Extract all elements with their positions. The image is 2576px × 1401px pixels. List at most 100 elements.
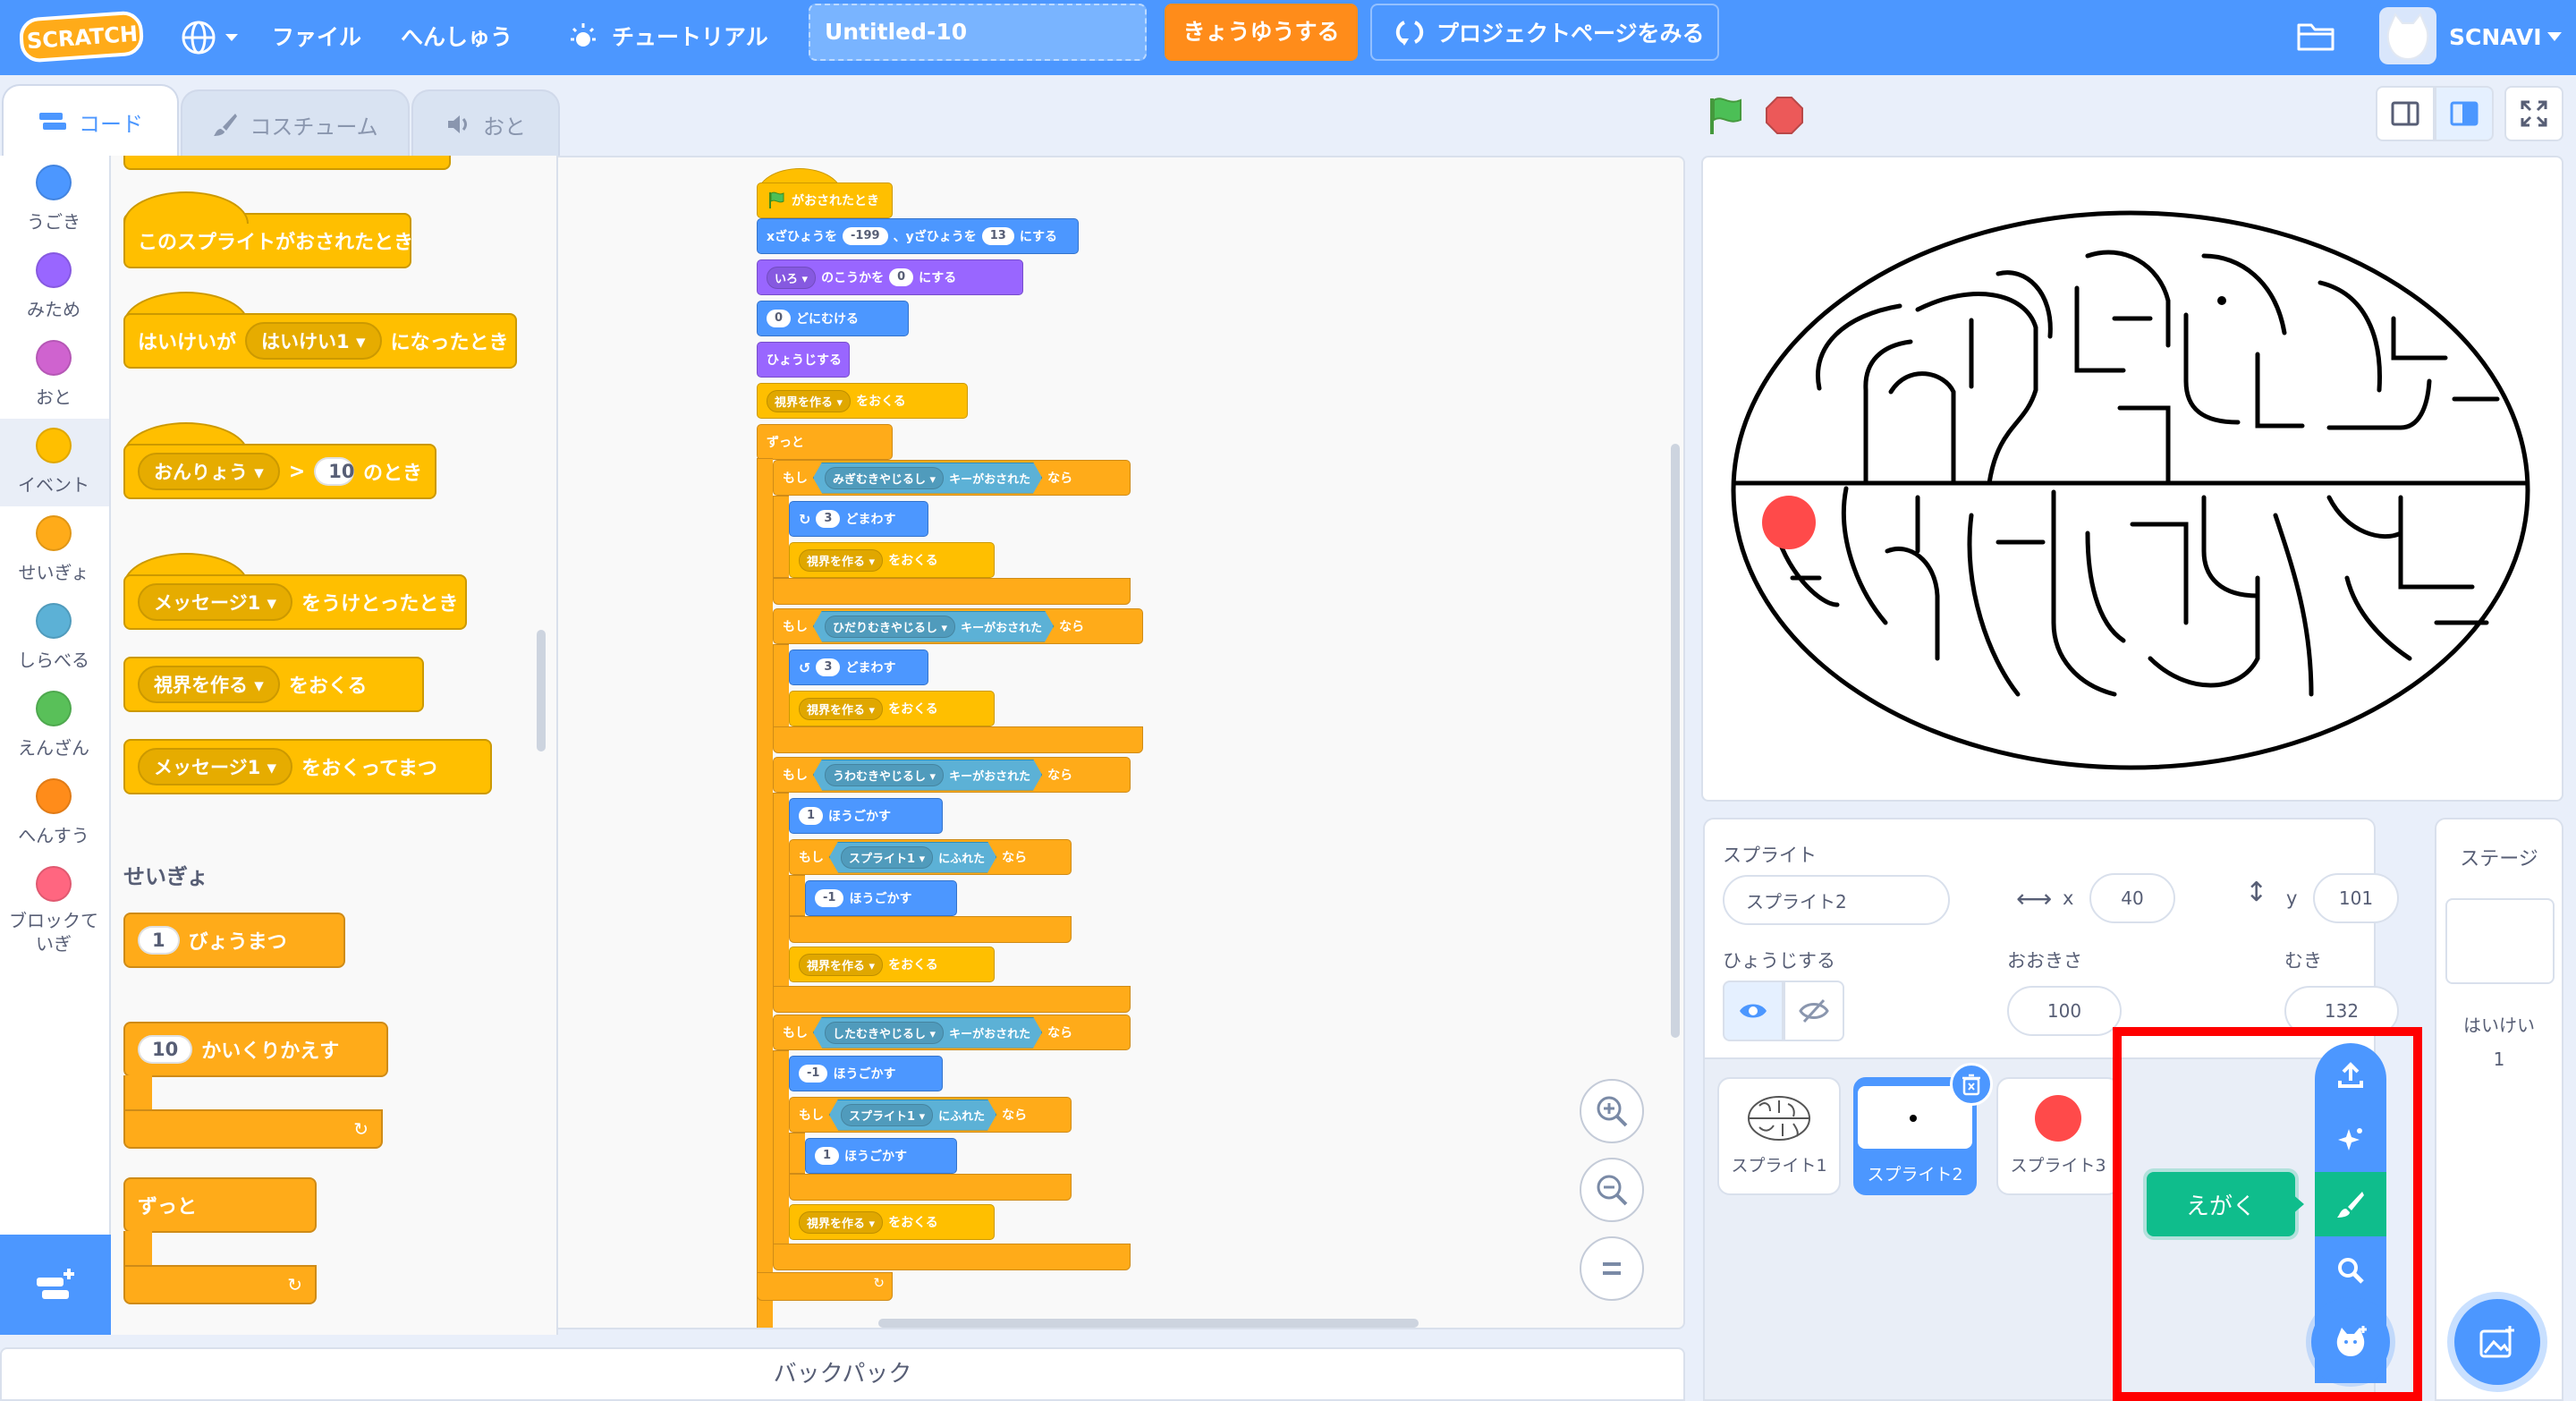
broadcast-dropdown[interactable]: 視界を作る ▾ xyxy=(799,953,884,976)
see-project-page-button[interactable]: プロジェクトページをみる xyxy=(1370,4,1719,61)
zoom-in-button[interactable] xyxy=(1580,1079,1644,1143)
backpack-header[interactable]: バックパック xyxy=(0,1347,1685,1401)
palette-block-broadcast-and-wait[interactable]: メッセージ1 ▾ をおくってまつ xyxy=(123,739,492,794)
choose-sprite-button[interactable] xyxy=(2311,1303,2390,1381)
key-pressed-left-condition[interactable]: ひだりむきやじるし ▾ キーがおされた xyxy=(813,611,1054,642)
script-vertical-scrollbar[interactable] xyxy=(1671,444,1680,1038)
add-extension-button[interactable] xyxy=(0,1235,111,1335)
script-block-point-direction[interactable]: 0 どにむける xyxy=(757,301,909,336)
fullscreen-button[interactable] xyxy=(2504,86,2563,141)
key-pressed-down-condition[interactable]: したむきやじるし ▾ キーがおされた xyxy=(813,1017,1042,1049)
broadcast-wait-dropdown[interactable]: メッセージ1 ▾ xyxy=(138,748,293,785)
wait-seconds-input[interactable]: 1 xyxy=(138,926,180,955)
key-pressed-up-condition[interactable]: うわむきやじるし ▾ キーがおされた xyxy=(813,760,1042,791)
key-dropdown[interactable]: ひだりむきやじるし ▾ xyxy=(825,616,955,638)
broadcast-message-dropdown[interactable]: 視界を作る ▾ xyxy=(138,666,280,703)
category-sensing[interactable]: しらべる xyxy=(0,594,107,682)
script-block-forever[interactable]: ずっと xyxy=(757,424,893,460)
palette-scrollbar[interactable] xyxy=(537,630,546,751)
move-steps-input[interactable]: 1 xyxy=(815,1147,840,1165)
backdrop-dropdown[interactable]: はいけい1 ▾ xyxy=(245,322,382,360)
edit-menu[interactable]: へんしゅう xyxy=(401,0,513,75)
sprite-name-input[interactable]: スプライト2 xyxy=(1723,875,1950,925)
project-title-input[interactable]: Untitled-10 xyxy=(809,4,1147,61)
script-block-turn-right[interactable]: ↻ 3 どまわす xyxy=(789,501,928,537)
effect-dropdown[interactable]: いろ ▾ xyxy=(767,266,817,289)
category-variables[interactable]: へんすう xyxy=(0,769,107,857)
key-dropdown[interactable]: うわむきやじるし ▾ xyxy=(825,764,944,786)
turn-degrees-input[interactable]: 3 xyxy=(816,658,841,676)
script-block-turn-left[interactable]: ↺ 3 どまわす xyxy=(789,650,928,685)
sprite3-red-ball[interactable] xyxy=(1762,496,1816,549)
small-stage-button[interactable] xyxy=(2376,86,2435,141)
palette-block-when-loudness-gt[interactable]: おんりょう ▾ > 10 のとき xyxy=(123,444,436,499)
script-block-if-down[interactable]: もし したむきやじるし ▾ キーがおされた なら xyxy=(773,1015,1131,1050)
key-dropdown[interactable]: みぎむきやじるし ▾ xyxy=(825,467,944,489)
palette-block-forever[interactable]: ずっと xyxy=(123,1177,317,1233)
broadcast-dropdown[interactable]: 視界を作る ▾ xyxy=(799,697,884,720)
show-hidden-button[interactable] xyxy=(1784,981,1844,1041)
script-block-goto-xy[interactable]: xざひょうを -199 、yざひょうを 13 にする xyxy=(757,218,1079,254)
message-dropdown[interactable]: メッセージ1 ▾ xyxy=(138,583,293,621)
delete-sprite-button[interactable] xyxy=(1950,1063,1993,1106)
palette-block-when-receive[interactable]: メッセージ1 ▾ をうけとったとき xyxy=(123,574,467,630)
goto-y-input[interactable]: 13 xyxy=(981,227,1014,245)
zoom-out-button[interactable] xyxy=(1580,1158,1644,1222)
broadcast-dropdown[interactable]: 視界を作る ▾ xyxy=(799,1210,884,1234)
search-sprite-button[interactable] xyxy=(2320,1240,2381,1301)
category-sound[interactable]: おと xyxy=(0,331,107,419)
script-block-if-up[interactable]: もし うわむきやじるし ▾ キーがおされた なら xyxy=(773,757,1131,793)
tab-costume[interactable]: コスチューム xyxy=(181,89,410,157)
touching-condition[interactable]: スプライト1 ▾ にふれた xyxy=(829,1100,996,1131)
account-avatar[interactable] xyxy=(2379,7,2436,64)
tab-sound[interactable]: おと xyxy=(411,89,560,157)
script-block-when-flag-clicked[interactable]: がおされたとき xyxy=(757,183,893,218)
file-menu[interactable]: ファイル xyxy=(272,0,361,75)
broadcast-dropdown[interactable]: 視界を作る ▾ xyxy=(767,389,852,412)
x-position-input[interactable]: 40 xyxy=(2089,873,2175,923)
script-block-broadcast-view[interactable]: 視界を作る ▾ をおくる xyxy=(789,542,995,578)
move-steps-input[interactable]: 1 xyxy=(799,807,824,825)
palette-block-repeat[interactable]: 10 かいくりかえす xyxy=(123,1022,388,1077)
script-horizontal-scrollbar[interactable] xyxy=(878,1319,1419,1328)
category-events[interactable]: イベント xyxy=(0,419,107,506)
script-block-set-effect[interactable]: いろ ▾ のこうかを 0 にする xyxy=(757,259,1023,295)
broadcast-dropdown[interactable]: 視界を作る ▾ xyxy=(799,548,884,572)
size-input[interactable]: 100 xyxy=(2007,986,2122,1036)
touching-dropdown[interactable]: スプライト1 ▾ xyxy=(841,1104,933,1126)
script-block-if-touching[interactable]: もし スプライト1 ▾ にふれた なら xyxy=(789,839,1072,875)
large-stage-button[interactable] xyxy=(2435,86,2494,141)
script-block-if-touching[interactable]: もし スプライト1 ▾ にふれた なら xyxy=(789,1097,1072,1133)
key-dropdown[interactable]: したむきやじるし ▾ xyxy=(825,1022,944,1044)
loudness-dropdown[interactable]: おんりょう ▾ xyxy=(138,453,280,490)
account-chevron-down-icon[interactable] xyxy=(2546,30,2563,43)
tab-code[interactable]: コード xyxy=(2,84,179,157)
upload-sprite-button[interactable] xyxy=(2320,1045,2381,1106)
move-steps-input[interactable]: -1 xyxy=(815,889,844,907)
turn-degrees-input[interactable]: 3 xyxy=(816,510,841,528)
category-looks[interactable]: みため xyxy=(0,243,107,331)
script-block-move-neg1[interactable]: -1 ほうごかす xyxy=(805,880,957,916)
script-block-if-left[interactable]: もし ひだりむきやじるし ▾ キーがおされた なら xyxy=(773,608,1143,644)
script-block-broadcast-view[interactable]: 視界を作る ▾ をおくる xyxy=(789,947,995,982)
stage-canvas[interactable] xyxy=(1701,156,2563,802)
palette-block-when-backdrop-switches[interactable]: はいけいが はいけい1 ▾ になったとき xyxy=(123,313,517,369)
tutorial-menu[interactable]: チュートリアル xyxy=(612,0,768,75)
sprite-thumb-1[interactable]: スプライト1 xyxy=(1717,1077,1841,1195)
paint-sprite-button[interactable] xyxy=(2315,1172,2386,1236)
category-motion[interactable]: うごき xyxy=(0,156,107,243)
script-block-if-right[interactable]: もし みぎむきやじるし ▾ キーがおされた なら xyxy=(773,460,1131,496)
scratch-logo[interactable]: SCRATCH xyxy=(20,11,145,63)
green-flag-button[interactable] xyxy=(1703,93,1748,138)
repeat-count-input[interactable]: 10 xyxy=(138,1035,193,1064)
script-block-move-1[interactable]: 1 ほうごかす xyxy=(789,798,943,834)
category-my-blocks[interactable]: ブロックていぎ xyxy=(0,857,107,955)
sprite-thumb-3[interactable]: スプライト3 xyxy=(1996,1077,2120,1195)
language-menu[interactable] xyxy=(179,18,243,57)
touching-dropdown[interactable]: スプライト1 ▾ xyxy=(841,846,933,869)
palette-block-partial[interactable] xyxy=(123,156,451,170)
username-label[interactable]: SCNAVI xyxy=(2449,0,2542,75)
script-block-broadcast-view[interactable]: 視界を作る ▾ をおくる xyxy=(789,1204,995,1240)
share-button[interactable]: きょうゆうする xyxy=(1165,4,1358,61)
direction-input[interactable]: 0 xyxy=(767,310,792,327)
